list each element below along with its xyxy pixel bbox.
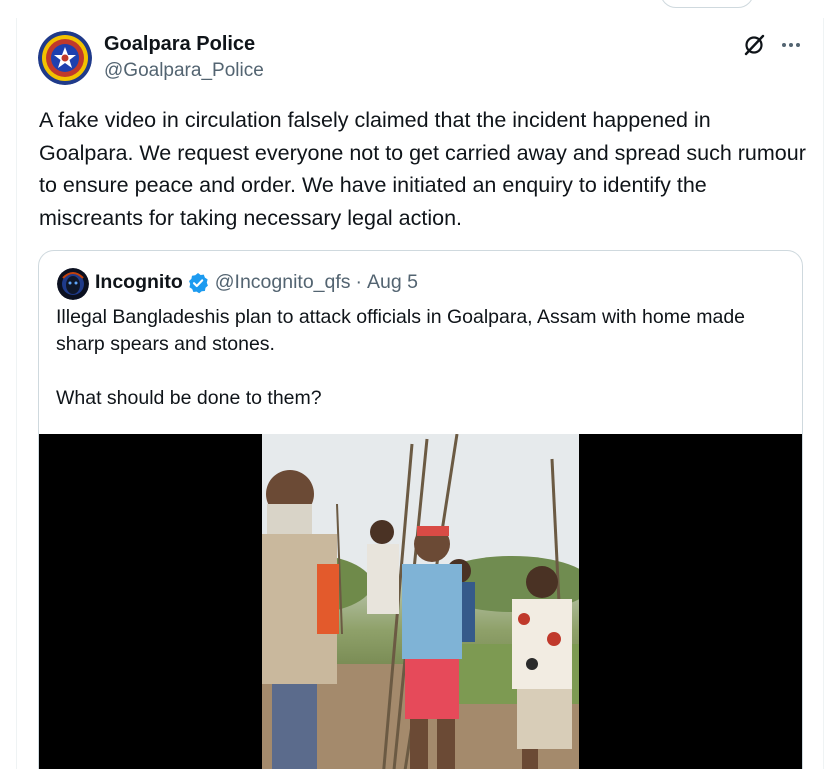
- masked-face-avatar-icon: [57, 268, 89, 300]
- quoted-tweet-date[interactable]: Aug 5: [367, 271, 418, 294]
- video-thumbnail: [262, 434, 579, 769]
- verified-badge-icon: [188, 272, 208, 293]
- grok-slash-icon[interactable]: [742, 33, 766, 57]
- tweet-text: A fake video in circulation falsely clai…: [39, 108, 806, 230]
- assam-police-emblem-icon: [38, 31, 92, 85]
- more-horizontal-icon[interactable]: [780, 34, 802, 56]
- quoted-text-paragraph: What should be done to them?: [56, 387, 322, 409]
- card-border-right: [823, 18, 824, 769]
- quoted-text-paragraph: Illegal Bangladeshis plan to attack offi…: [56, 306, 746, 355]
- top-pill-button[interactable]: [660, 0, 754, 8]
- separator-dot: ·: [355, 271, 363, 293]
- quoted-tweet-card[interactable]: Incognito @Incognito_qfs · Aug 5 Illegal…: [38, 250, 803, 769]
- quoted-author-avatar[interactable]: [57, 268, 89, 300]
- quoted-author-handle[interactable]: @Incognito_qfs: [215, 271, 351, 294]
- crowd-with-spears-image: [262, 434, 579, 769]
- author-display-name[interactable]: Goalpara Police: [104, 33, 255, 56]
- quoted-tweet-text: Illegal Bangladeshis plan to attack offi…: [56, 304, 776, 412]
- author-avatar[interactable]: [38, 31, 92, 85]
- author-handle[interactable]: @Goalpara_Police: [104, 60, 264, 82]
- video-player[interactable]: [39, 434, 802, 769]
- quoted-tweet-header: Incognito @Incognito_qfs · Aug 5: [95, 271, 418, 294]
- card-border-left: [16, 18, 17, 769]
- quoted-author-name[interactable]: Incognito: [95, 271, 183, 294]
